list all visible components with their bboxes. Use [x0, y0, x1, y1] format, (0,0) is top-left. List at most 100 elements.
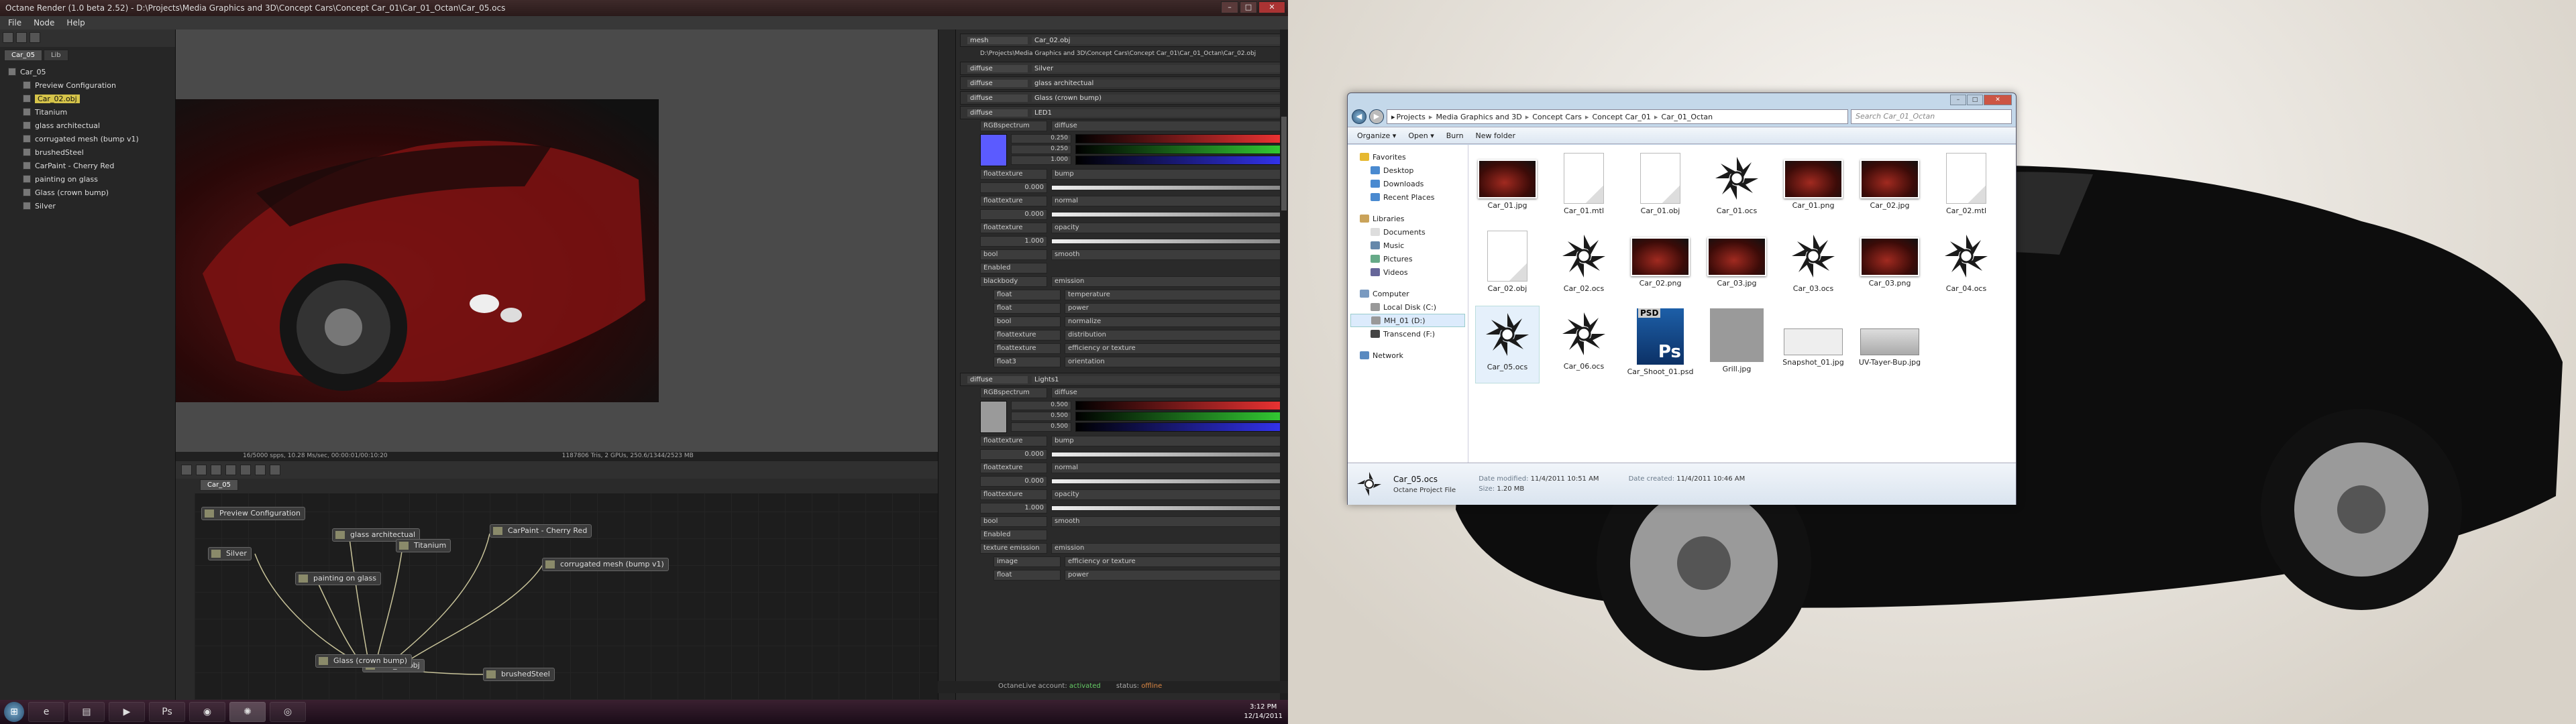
search-input[interactable]: Search Car_01_Octan: [1851, 109, 2012, 124]
zoom-icon[interactable]: [270, 465, 280, 475]
slider[interactable]: [1051, 479, 1285, 484]
value-field[interactable]: 1.000: [980, 503, 1047, 514]
file-item[interactable]: Car_05.ocs: [1475, 306, 1540, 383]
file-item[interactable]: Car_01.ocs: [1705, 150, 1769, 228]
organize-button[interactable]: Organize ▾: [1357, 131, 1396, 140]
menu-file[interactable]: File: [8, 18, 21, 27]
forward-button[interactable]: ▶: [1369, 109, 1384, 124]
render-image[interactable]: [176, 99, 659, 402]
g-slider[interactable]: [1075, 412, 1285, 421]
photoshop-icon[interactable]: Ps: [149, 702, 185, 722]
scene-item[interactable]: Glass (crown bump): [3, 186, 172, 199]
b-value[interactable]: 1.000: [1011, 156, 1071, 165]
slider[interactable]: [1051, 505, 1285, 511]
r-value[interactable]: 0.250: [1011, 134, 1071, 143]
close-button[interactable]: ✕: [1258, 1, 1285, 13]
file-item[interactable]: Car_03.jpg: [1705, 228, 1769, 306]
tab-scene[interactable]: Car_05: [4, 50, 42, 61]
scene-item[interactable]: Silver: [3, 199, 172, 213]
r-slider[interactable]: [1075, 401, 1285, 410]
graph-node[interactable]: Silver: [208, 547, 252, 560]
back-button[interactable]: ◀: [1352, 109, 1366, 124]
graph-node[interactable]: CarPaint - Cherry Red: [490, 524, 592, 538]
file-item[interactable]: Car_01.jpg: [1475, 150, 1540, 228]
open-icon[interactable]: [16, 32, 27, 43]
maximize-button[interactable]: □: [1967, 95, 1983, 105]
inspector-scrollbar[interactable]: [1280, 29, 1288, 700]
file-item[interactable]: Car_02.mtl: [1934, 150, 1998, 228]
new-folder-button[interactable]: New folder: [1476, 131, 1515, 140]
b-value[interactable]: 0.500: [1011, 422, 1071, 432]
play-icon[interactable]: [225, 465, 236, 475]
b-slider[interactable]: [1075, 156, 1285, 165]
ie-icon[interactable]: e: [28, 702, 64, 722]
stop-icon[interactable]: [181, 465, 192, 475]
address-bar[interactable]: ▸ Projects ▸ Media Graphics and 3D ▸ Conce…: [1387, 109, 1848, 124]
material-slot[interactable]: glass architectual: [1032, 79, 1284, 87]
mesh-name[interactable]: Car_02.obj: [1032, 36, 1284, 44]
expand-icon[interactable]: [8, 68, 16, 76]
file-item[interactable]: Car_01.png: [1781, 150, 1845, 228]
menu-node[interactable]: Node: [34, 18, 54, 27]
value-field[interactable]: 0.000: [980, 449, 1047, 460]
scene-item[interactable]: corrugated mesh (bump v1): [3, 132, 172, 145]
file-item[interactable]: Car_04.ocs: [1934, 228, 1998, 306]
file-item[interactable]: Car_01.obj: [1628, 150, 1693, 228]
start-button[interactable]: ⊞: [4, 702, 24, 722]
clock[interactable]: 3:12 PM 12/14/2011: [1244, 703, 1283, 721]
tab-graph[interactable]: Car_05: [200, 479, 238, 491]
close-button[interactable]: ✕: [1984, 95, 2012, 105]
graph-node[interactable]: Titanium: [396, 539, 451, 552]
burn-button[interactable]: Burn: [1446, 131, 1464, 140]
material-slot[interactable]: LED1: [1032, 109, 1284, 117]
value-field[interactable]: 1.000: [980, 236, 1047, 247]
scene-item[interactable]: CarPaint - Cherry Red: [3, 159, 172, 172]
menu-help[interactable]: Help: [66, 18, 85, 27]
color-swatch[interactable]: [980, 134, 1007, 166]
scene-root[interactable]: Car_05: [3, 65, 172, 78]
minimize-button[interactable]: –: [1950, 95, 1966, 105]
breadcrumb-item[interactable]: Concept Car_01: [1592, 113, 1650, 121]
open-button[interactable]: Open ▾: [1408, 131, 1434, 140]
b-slider[interactable]: [1075, 422, 1285, 432]
app-icon[interactable]: ◉: [189, 702, 225, 722]
pause-icon[interactable]: [211, 465, 221, 475]
slider[interactable]: [1051, 212, 1285, 217]
graph-node[interactable]: brushedSteel: [483, 668, 555, 681]
graph-node[interactable]: corrugated mesh (bump v1): [542, 558, 669, 571]
g-value[interactable]: 0.500: [1011, 412, 1071, 421]
file-item[interactable]: Car_02.png: [1628, 228, 1693, 306]
save-icon[interactable]: [30, 32, 40, 43]
g-slider[interactable]: [1075, 145, 1285, 154]
app-icon[interactable]: ◎: [270, 702, 306, 722]
material-slot[interactable]: Glass (crown bump): [1032, 94, 1284, 102]
explorer-icon[interactable]: ▤: [68, 702, 105, 722]
g-value[interactable]: 0.250: [1011, 145, 1071, 154]
file-item[interactable]: Car_02.obj: [1475, 228, 1540, 306]
slider[interactable]: [1051, 452, 1285, 457]
smooth-checkbox[interactable]: Enabled: [980, 530, 1047, 540]
scene-item[interactable]: Titanium: [3, 105, 172, 119]
file-item[interactable]: Grill.jpg: [1705, 306, 1769, 383]
value-field[interactable]: 0.000: [980, 209, 1047, 220]
breadcrumb-item[interactable]: Projects: [1397, 113, 1426, 121]
graph-node[interactable]: painting on glass: [295, 572, 382, 585]
file-item[interactable]: Car_01.mtl: [1552, 150, 1616, 228]
focus-icon[interactable]: [255, 465, 266, 475]
media-icon[interactable]: ▶: [109, 702, 145, 722]
tab-lib[interactable]: Lib: [43, 50, 68, 61]
camera-icon[interactable]: [240, 465, 251, 475]
r-slider[interactable]: [1075, 134, 1285, 143]
file-item[interactable]: Car_02.ocs: [1552, 228, 1616, 306]
restart-icon[interactable]: [196, 465, 207, 475]
graph-canvas[interactable]: Preview Configuration glass architectual…: [195, 493, 938, 700]
graph-node[interactable]: Preview Configuration: [201, 507, 305, 520]
file-item[interactable]: Car_03.ocs: [1781, 228, 1845, 306]
breadcrumb-item[interactable]: Concept Cars: [1532, 113, 1582, 121]
slider[interactable]: [1051, 239, 1285, 244]
scene-item[interactable]: glass architectual: [3, 119, 172, 132]
material-slot[interactable]: Silver: [1032, 64, 1284, 72]
file-item[interactable]: Car_02.jpg: [1858, 150, 1922, 228]
scene-item[interactable]: painting on glass: [3, 172, 172, 186]
file-item[interactable]: Snapshot_01.jpg: [1781, 306, 1845, 383]
